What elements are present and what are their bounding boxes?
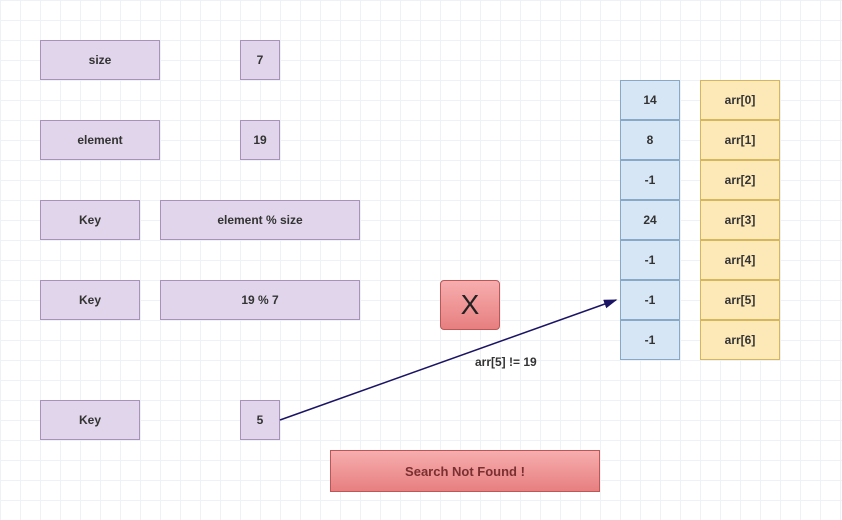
array-label: arr[4] bbox=[700, 240, 780, 280]
size-value: 7 bbox=[240, 40, 280, 80]
size-label: size bbox=[40, 40, 160, 80]
key1-value: element % size bbox=[160, 200, 360, 240]
array-cell: -1 bbox=[620, 320, 680, 360]
array-label: arr[2] bbox=[700, 160, 780, 200]
element-label: element bbox=[40, 120, 160, 160]
array-label: arr[5] bbox=[700, 280, 780, 320]
array-label: arr[1] bbox=[700, 120, 780, 160]
array-cell: -1 bbox=[620, 240, 680, 280]
array-label: arr[3] bbox=[700, 200, 780, 240]
key2-value: 19 % 7 bbox=[160, 280, 360, 320]
array-cell: 14 bbox=[620, 80, 680, 120]
array-label: arr[0] bbox=[700, 80, 780, 120]
array-label: arr[6] bbox=[700, 320, 780, 360]
result-banner: Search Not Found ! bbox=[330, 450, 600, 492]
key2-label: Key bbox=[40, 280, 140, 320]
element-value: 19 bbox=[240, 120, 280, 160]
x-mark-icon: X bbox=[440, 280, 500, 330]
key3-label: Key bbox=[40, 400, 140, 440]
arrow-annotation: arr[5] != 19 bbox=[475, 355, 537, 369]
array-cell: -1 bbox=[620, 280, 680, 320]
array-cell: -1 bbox=[620, 160, 680, 200]
key3-value: 5 bbox=[240, 400, 280, 440]
array-cell: 8 bbox=[620, 120, 680, 160]
key1-label: Key bbox=[40, 200, 140, 240]
array-cell: 24 bbox=[620, 200, 680, 240]
